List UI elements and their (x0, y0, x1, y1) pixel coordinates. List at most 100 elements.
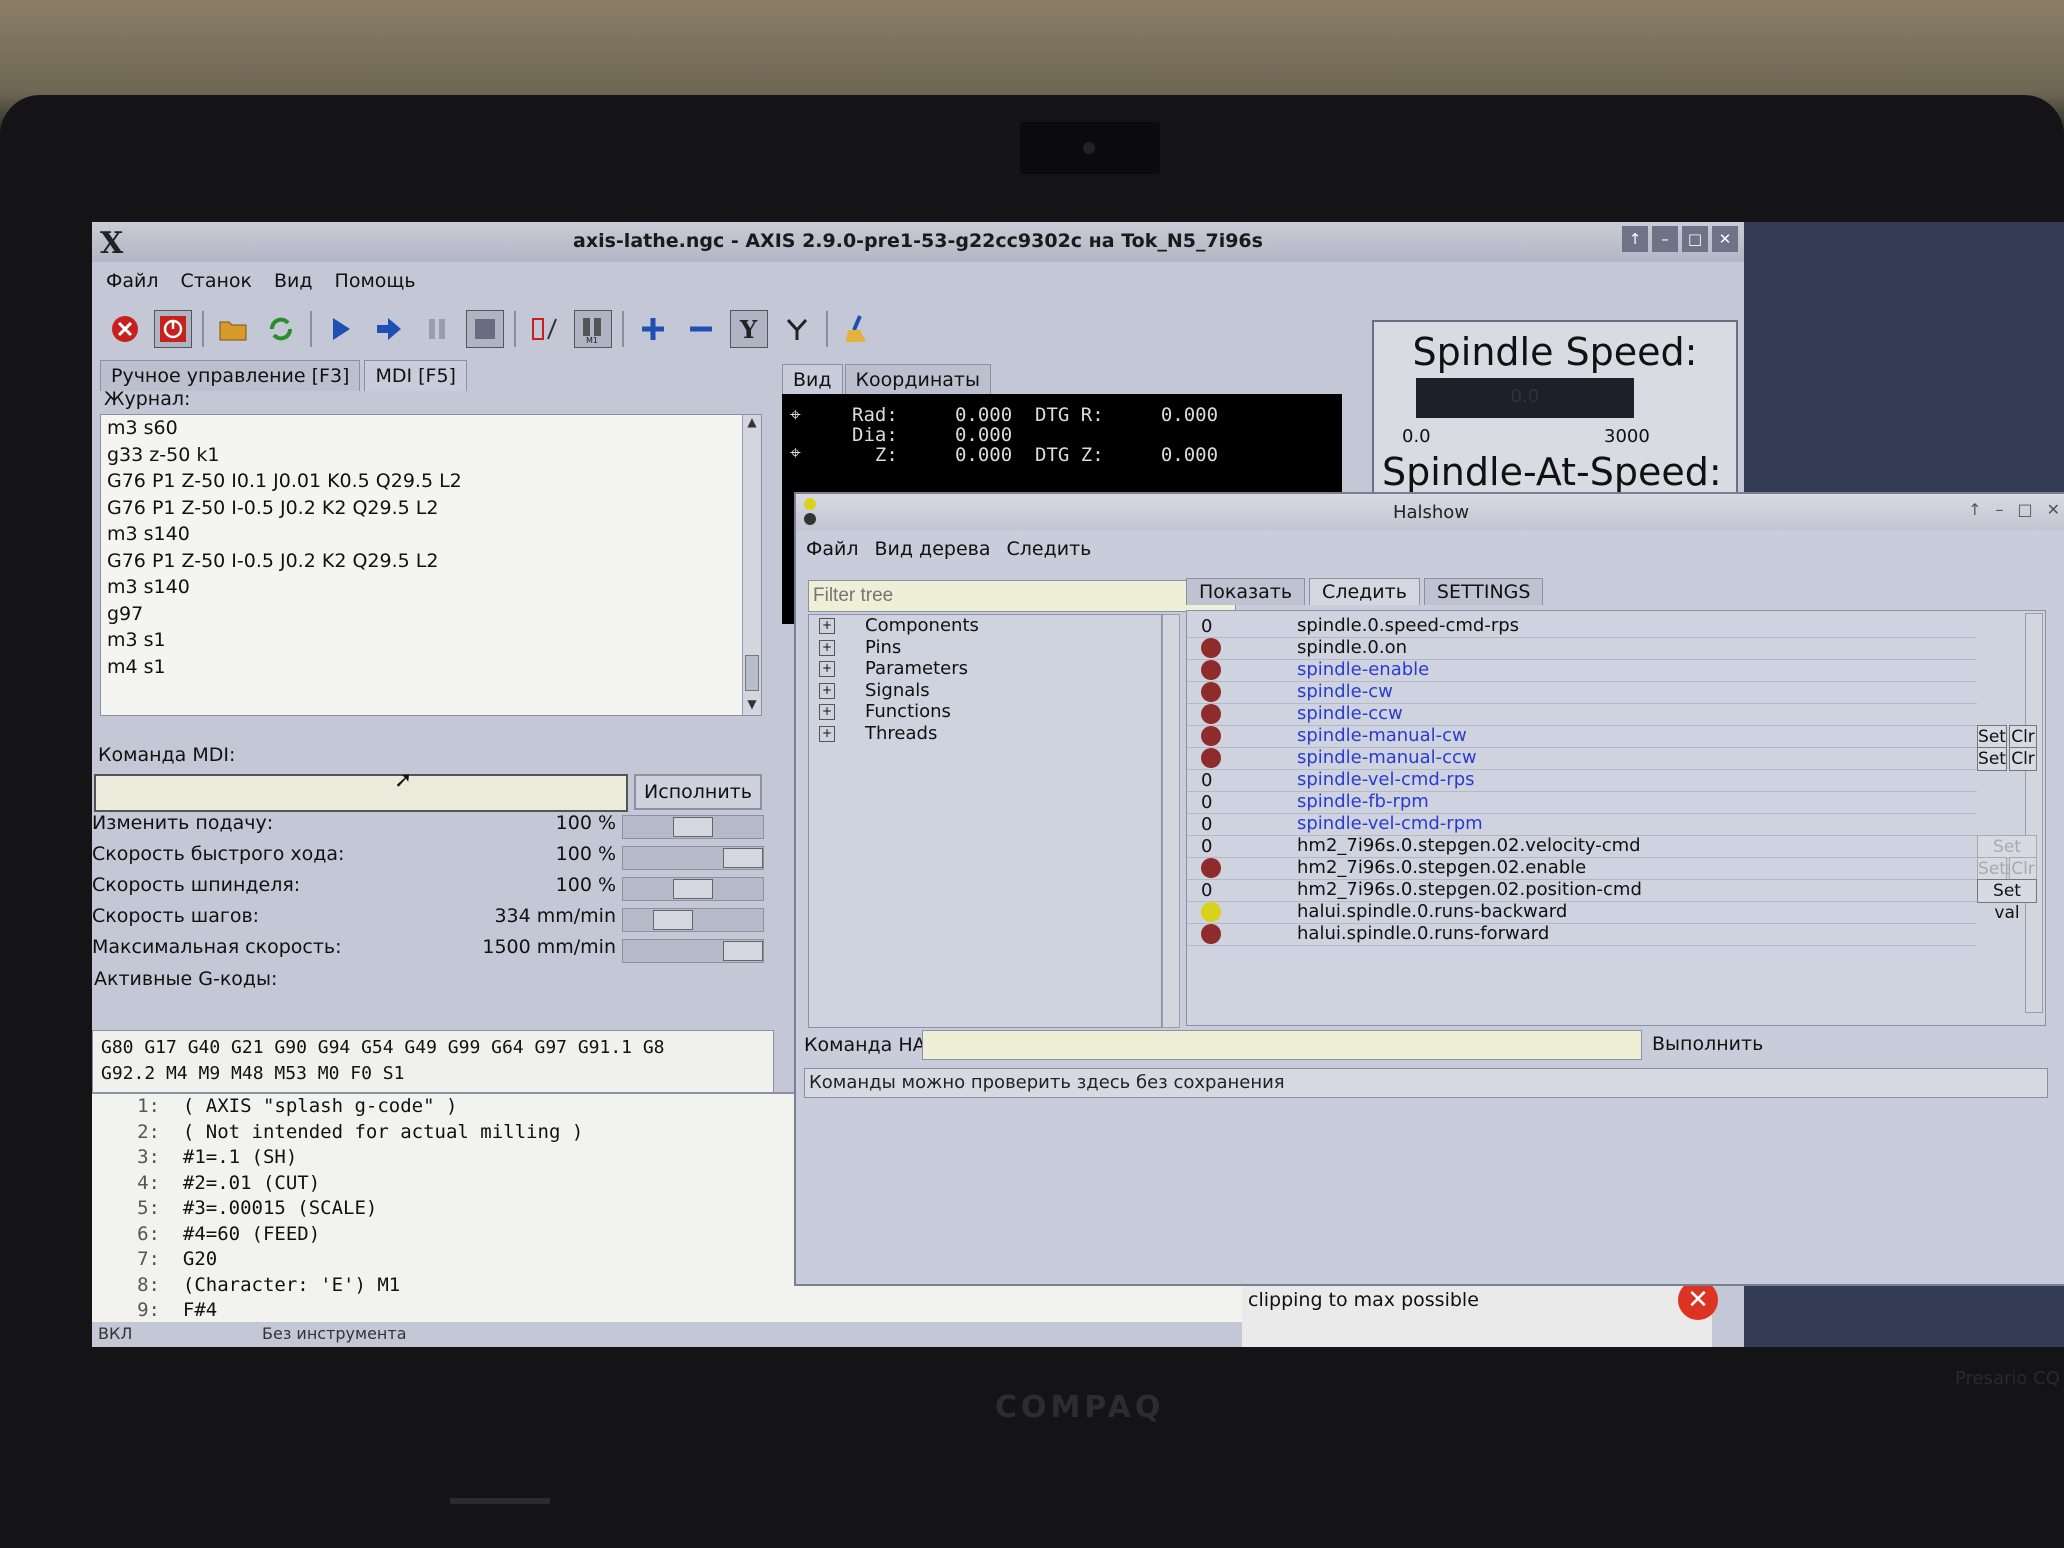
zoom-out-icon[interactable] (682, 310, 720, 348)
open-file-icon[interactable] (214, 310, 252, 348)
minimize-icon[interactable]: – (1995, 500, 2003, 519)
run-icon[interactable] (322, 310, 360, 348)
tree-item-parameters[interactable]: + Parameters (809, 658, 1161, 680)
journal-line[interactable]: m3 s140 (101, 521, 761, 548)
tab-watch[interactable]: Следить (1309, 578, 1420, 605)
tree-item-label[interactable]: Parameters (865, 658, 968, 679)
journal-line[interactable]: G76 P1 Z-50 I0.1 J0.01 K0.5 Q29.5 L2 (101, 468, 761, 495)
tree-item-label[interactable]: Components (865, 615, 979, 636)
journal-scrollbar[interactable]: ▲ ▼ (742, 415, 761, 715)
tab-mdi[interactable]: MDI [F5] (364, 360, 467, 391)
expand-icon[interactable]: + (819, 682, 835, 699)
watch-name[interactable]: halui.spindle.0.runs-backward (1297, 901, 1567, 922)
tree-scrollbar[interactable] (1162, 614, 1180, 1028)
menu-file[interactable]: Файл (806, 538, 859, 560)
set-button[interactable]: Set (1977, 747, 2007, 771)
set-value-button[interactable]: Set val (1977, 835, 2037, 879)
journal-line[interactable]: G76 P1 Z-50 I-0.5 J0.2 K2 Q29.5 L2 (101, 495, 761, 522)
mdi-command-input[interactable] (94, 774, 628, 812)
tab-view[interactable]: Вид (782, 364, 843, 395)
step-icon[interactable] (370, 310, 408, 348)
pause-icon[interactable] (418, 310, 456, 348)
clr-button[interactable]: Clr (2009, 857, 2037, 881)
watch-name[interactable]: spindle.0.on (1297, 637, 1407, 658)
maximize-icon[interactable]: □ (2017, 500, 2032, 519)
journal-line[interactable]: m4 s1 (101, 654, 761, 681)
tab-coordinates[interactable]: Координаты (844, 364, 991, 395)
tree-item-label[interactable]: Threads (865, 723, 937, 744)
menu-view[interactable]: Вид (274, 270, 313, 292)
tree-item-label[interactable]: Signals (865, 680, 930, 701)
expand-icon[interactable]: + (819, 618, 835, 634)
clear-plot-icon[interactable] (838, 310, 876, 348)
tab-settings[interactable]: SETTINGS (1423, 578, 1544, 605)
journal-list[interactable]: m3 s60 g33 z-50 k1 G76 P1 Z-50 I0.1 J0.0… (100, 414, 762, 716)
estop-icon[interactable] (106, 310, 144, 348)
minimize-icon[interactable]: – (1652, 226, 1678, 252)
maximize-icon[interactable]: □ (1682, 226, 1708, 252)
error-icon[interactable]: ✕ (1678, 1280, 1718, 1320)
jog-speed-slider[interactable] (622, 908, 764, 932)
tree-item-signals[interactable]: + Signals (809, 680, 1161, 702)
always-on-top-icon[interactable]: ↑ (1622, 226, 1648, 252)
menu-tree-view[interactable]: Вид дерева (875, 538, 991, 560)
program-line[interactable]: 9: F#4 (92, 1298, 1292, 1324)
filter-tree-input[interactable] (808, 580, 1236, 612)
block-delete-icon[interactable] (526, 310, 564, 348)
watch-name[interactable]: hm2_7i96s.0.stepgen.02.enable (1297, 857, 1586, 878)
clr-button[interactable]: Clr (2009, 747, 2037, 771)
set-value-button[interactable]: Set val (1977, 879, 2037, 923)
execute-button[interactable]: Исполнить (634, 774, 762, 810)
slider-knob[interactable] (723, 941, 763, 961)
tree-item-pins[interactable]: + Pins (809, 637, 1161, 659)
expand-icon[interactable]: + (819, 704, 835, 720)
hal-execute-button[interactable]: Выполнить (1652, 1030, 1763, 1058)
watch-name[interactable]: spindle-fb-rpm (1297, 791, 1429, 812)
tab-show[interactable]: Показать (1186, 578, 1306, 605)
watch-name[interactable]: spindle-cw (1297, 681, 1393, 702)
tree-item-threads[interactable]: + Threads (809, 723, 1161, 745)
journal-line[interactable]: G76 P1 Z-50 I-0.5 J0.2 K2 Q29.5 L2 (101, 548, 761, 575)
tree-item-components[interactable]: + Components (809, 615, 1161, 637)
journal-line[interactable]: m3 s140 (101, 574, 761, 601)
feed-override-slider[interactable] (622, 815, 764, 839)
menu-help[interactable]: Помощь (335, 270, 416, 292)
watch-name[interactable]: spindle-manual-ccw (1297, 747, 1477, 768)
journal-line[interactable]: m3 s60 (101, 415, 761, 442)
watch-name[interactable]: spindle.0.speed-cmd-rps (1297, 615, 1519, 636)
max-velocity-slider[interactable] (622, 939, 764, 963)
stop-icon[interactable] (466, 310, 504, 348)
hal-command-input[interactable] (922, 1030, 1642, 1060)
journal-line[interactable]: g97 (101, 601, 761, 628)
always-on-top-icon[interactable]: ↑ (1968, 500, 1981, 519)
slider-knob[interactable] (673, 817, 713, 837)
menu-machine[interactable]: Станок (181, 270, 253, 292)
tab-manual[interactable]: Ручное управление [F3] (100, 360, 361, 391)
rapid-override-slider[interactable] (622, 846, 764, 870)
zoom-in-icon[interactable] (634, 310, 672, 348)
close-icon[interactable]: ✕ (2047, 500, 2060, 519)
watch-name[interactable]: hm2_7i96s.0.stepgen.02.velocity-cmd (1297, 835, 1641, 856)
machine-power-icon[interactable] (154, 310, 192, 348)
view-y-rotated-icon[interactable] (778, 310, 816, 348)
expand-icon[interactable]: + (819, 725, 835, 742)
spindle-override-slider[interactable] (622, 877, 764, 901)
expand-icon[interactable]: + (819, 661, 835, 677)
scroll-down-icon[interactable]: ▼ (743, 697, 761, 715)
optional-stop-icon[interactable]: M1 (574, 310, 612, 348)
watch-name[interactable]: halui.spindle.0.runs-forward (1297, 923, 1549, 944)
slider-knob[interactable] (673, 879, 713, 899)
tree-item-label[interactable]: Functions (865, 701, 951, 722)
watch-name[interactable]: hm2_7i96s.0.stepgen.02.position-cmd (1297, 879, 1642, 900)
menu-watch[interactable]: Следить (1006, 538, 1091, 560)
set-button[interactable]: Set (1977, 857, 2007, 881)
view-y-icon[interactable]: Y (730, 310, 768, 348)
watch-name[interactable]: spindle-enable (1297, 659, 1429, 680)
tree-item-functions[interactable]: + Functions (809, 701, 1161, 723)
menu-file[interactable]: Файл (106, 270, 159, 292)
reload-icon[interactable] (262, 310, 300, 348)
tree-item-label[interactable]: Pins (865, 637, 901, 658)
scroll-up-icon[interactable]: ▲ (743, 415, 761, 433)
close-icon[interactable]: ✕ (1712, 226, 1738, 252)
slider-knob[interactable] (723, 848, 763, 868)
